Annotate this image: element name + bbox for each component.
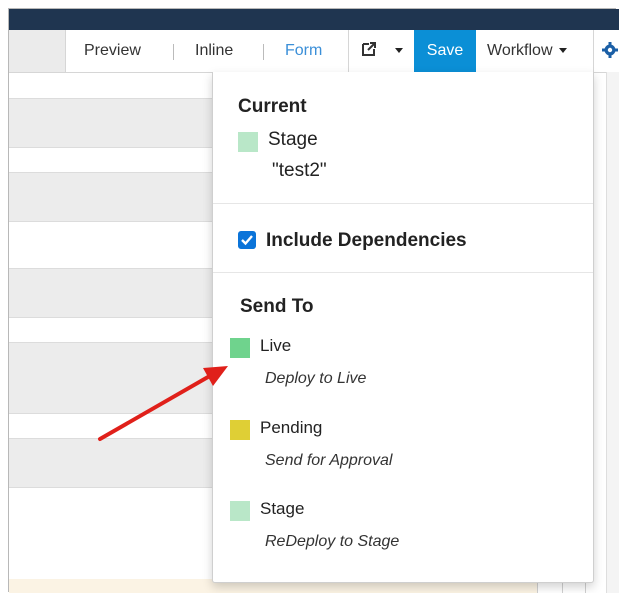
include-dependencies-option[interactable]: Include Dependencies	[238, 228, 528, 254]
send-to-heading: Send To	[240, 296, 314, 317]
live-description: Deploy to Live	[265, 370, 367, 387]
form-field-row[interactable]	[9, 98, 212, 148]
toolbar-left-strip	[9, 30, 66, 72]
send-to-pending-option[interactable]: Pending Send for Approval	[230, 416, 570, 474]
chevron-down-icon	[558, 48, 567, 54]
toolbar-separator	[173, 44, 174, 60]
inline-button[interactable]: Inline	[195, 30, 233, 72]
workflow-dropdown-menu: Current Stage "test2" Include Dependenci…	[212, 72, 594, 583]
stage-label: Stage	[260, 499, 305, 518]
menu-divider	[213, 203, 593, 204]
stage-description: ReDeploy to Stage	[265, 533, 400, 550]
form-button[interactable]: Form	[285, 30, 322, 72]
preview-button[interactable]: Preview	[84, 30, 141, 72]
stage-color-swatch	[230, 501, 250, 521]
scrollbar[interactable]	[606, 72, 619, 593]
save-button[interactable]: Save	[414, 30, 476, 72]
workflow-label: Workflow	[487, 42, 553, 59]
current-heading: Current	[238, 96, 307, 117]
live-label: Live	[260, 336, 292, 355]
open-external-button[interactable]	[352, 30, 412, 72]
pending-description: Send for Approval	[265, 452, 393, 469]
chevron-down-icon	[395, 48, 403, 53]
include-dependencies-checkbox[interactable]	[238, 231, 256, 249]
toolbar-separator	[263, 44, 264, 60]
top-header-bar	[9, 9, 619, 30]
workflow-dropdown-button[interactable]: Workflow	[487, 30, 567, 72]
pending-label: Pending	[260, 418, 323, 437]
include-dependencies-label: Include Dependencies	[266, 230, 467, 251]
current-stage-value: "test2"	[272, 160, 327, 181]
form-field-row[interactable]	[9, 172, 212, 222]
toolbar-divider	[348, 30, 349, 72]
checkmark-icon	[241, 235, 253, 246]
send-to-live-option[interactable]: Live Deploy to Live	[230, 334, 570, 392]
send-to-stage-option[interactable]: Stage ReDeploy to Stage	[230, 497, 570, 555]
form-field-row[interactable]	[9, 268, 212, 318]
annotation-arrow	[98, 366, 228, 441]
toolbar-divider	[593, 30, 594, 72]
external-link-icon	[362, 42, 376, 56]
current-stage-label: Stage	[268, 129, 318, 150]
gear-icon[interactable]	[601, 41, 619, 59]
stage-color-swatch	[238, 132, 258, 152]
menu-divider	[213, 272, 593, 273]
